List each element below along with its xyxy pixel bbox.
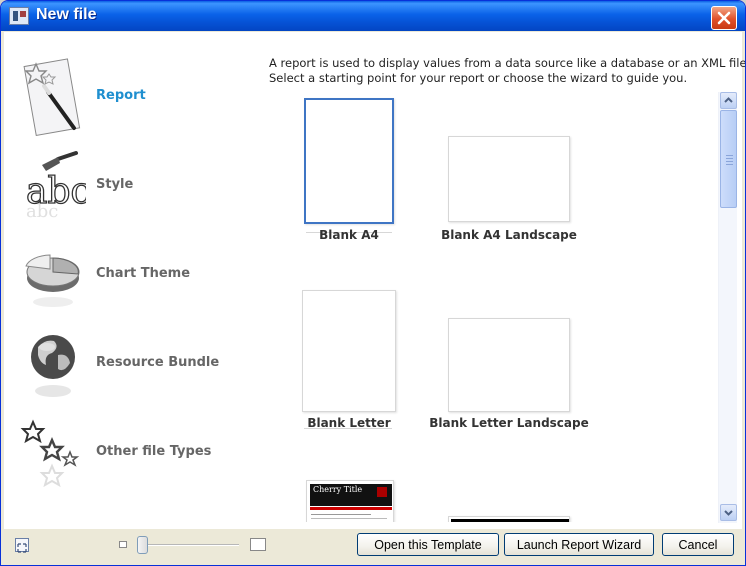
category-label: Style bbox=[96, 177, 134, 192]
dialog-content: Report abc abc Style Chart Theme Resourc… bbox=[4, 32, 746, 529]
template-label: Blank Letter bbox=[307, 416, 391, 430]
close-button[interactable] bbox=[711, 6, 737, 30]
chevron-up-icon bbox=[724, 97, 733, 103]
zoom-slider-track[interactable] bbox=[143, 544, 239, 546]
cancel-button[interactable]: Cancel bbox=[662, 533, 734, 556]
launch-report-wizard-button[interactable]: Launch Report Wizard bbox=[504, 533, 654, 556]
template-thumbnail bbox=[448, 318, 570, 412]
category-other-file-types[interactable]: Other file Types bbox=[4, 410, 254, 498]
category-chart-theme[interactable]: Chart Theme bbox=[4, 232, 254, 320]
category-resource-bundle[interactable]: Resource Bundle bbox=[4, 321, 254, 409]
chevron-down-icon bbox=[724, 510, 733, 516]
close-icon bbox=[717, 11, 731, 25]
template-label: Blank A4 Landscape bbox=[441, 228, 577, 242]
template-label: Blank A4 bbox=[319, 228, 379, 242]
stars-icon bbox=[20, 414, 86, 496]
template-thumbnail bbox=[448, 136, 570, 222]
template-scrollbar[interactable] bbox=[718, 92, 737, 523]
pie-chart-icon bbox=[20, 236, 86, 318]
category-label: Chart Theme bbox=[96, 266, 191, 281]
style-brush-icon: abc abc bbox=[20, 147, 91, 229]
description-line: A report is used to display values from … bbox=[269, 56, 746, 70]
category-label: Other file Types bbox=[96, 444, 212, 459]
app-icon bbox=[9, 7, 29, 25]
scroll-down-button[interactable] bbox=[720, 504, 737, 521]
template-label: Blank Letter Landscape bbox=[429, 416, 589, 430]
window-title: New file bbox=[36, 6, 97, 23]
template-thumbnail bbox=[304, 98, 394, 224]
new-file-dialog: New file Report abc abc Style Chart Them… bbox=[0, 0, 746, 566]
category-label: Report bbox=[96, 88, 146, 103]
svg-text:abc: abc bbox=[26, 201, 58, 222]
open-template-button[interactable]: Open this Template bbox=[357, 533, 499, 556]
description-line: Select a starting point for your report … bbox=[269, 71, 688, 85]
report-wand-icon bbox=[20, 58, 86, 140]
scroll-thumb[interactable] bbox=[720, 110, 737, 208]
cherry-preview-title: Cherry Title bbox=[313, 485, 363, 494]
fit-view-icon[interactable] bbox=[15, 538, 29, 553]
category-style[interactable]: abc abc Style bbox=[4, 143, 254, 231]
description: A report is used to display values from … bbox=[269, 56, 746, 86]
template-thumbnail bbox=[302, 290, 396, 412]
cherry-image bbox=[377, 487, 387, 497]
zoom-small-icon bbox=[119, 541, 127, 548]
category-report[interactable]: Report bbox=[4, 54, 254, 142]
category-label: Resource Bundle bbox=[96, 355, 220, 370]
template-grid: Blank A4 Blank A4 Landscape Blank Letter… bbox=[266, 92, 716, 522]
template-thumbnail: Cherry Title bbox=[306, 480, 394, 522]
scroll-up-button[interactable] bbox=[720, 92, 737, 109]
template-thumbnail bbox=[448, 516, 570, 522]
title-bar[interactable]: New file bbox=[1, 1, 745, 31]
globe-icon bbox=[20, 325, 86, 407]
dialog-footer: Open this Template Launch Report Wizard … bbox=[1, 529, 745, 565]
zoom-large-icon bbox=[250, 538, 266, 551]
zoom-slider-handle[interactable] bbox=[137, 536, 148, 554]
